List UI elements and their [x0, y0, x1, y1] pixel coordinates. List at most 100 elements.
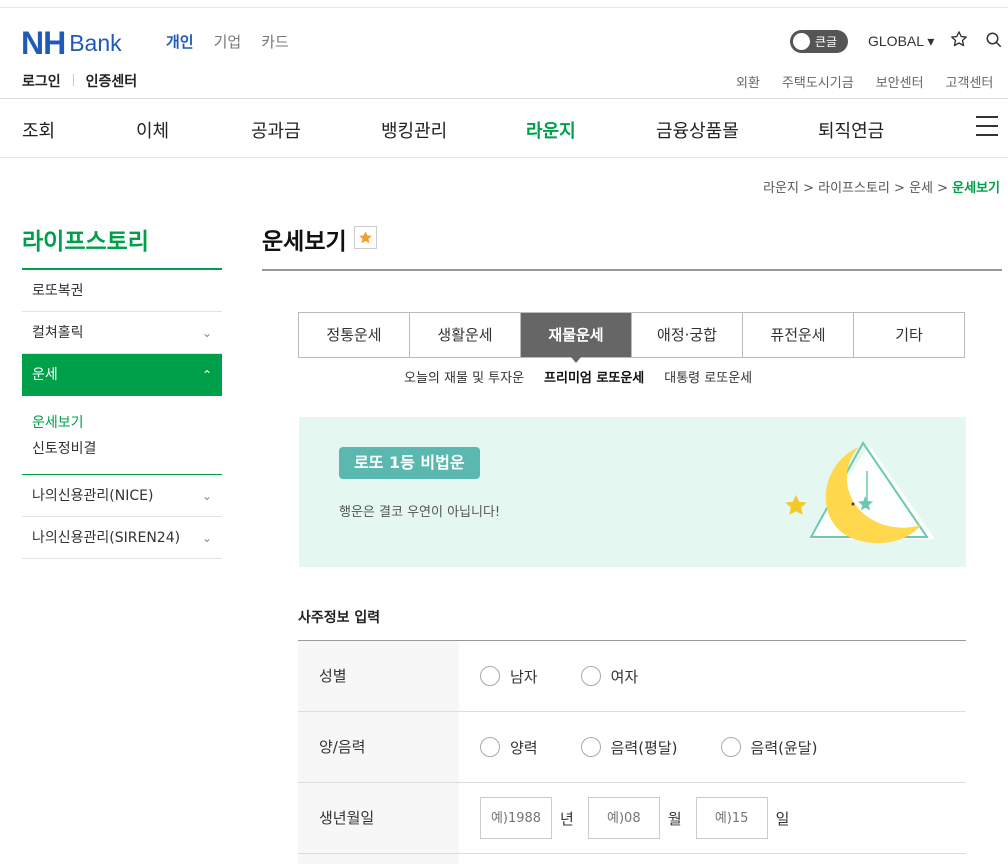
chevron-down-icon: ⌄	[201, 531, 212, 545]
birth-month-input[interactable]	[587, 797, 660, 839]
calendar-lunar-normal-radio[interactable]: 음력(평달)	[580, 737, 678, 758]
tab-fusion[interactable]: 퓨전운세	[743, 313, 854, 357]
util-link-fx[interactable]: 외환	[736, 72, 760, 91]
gnb-item-financial-mall[interactable]: 금융상품몰	[656, 117, 739, 143]
toggle-label: 큰글	[815, 35, 838, 49]
logo-bank-text: Bank	[69, 29, 122, 56]
main-navigation: 조회 이체 공과금 뱅킹관리 라운지 금융상품몰 퇴직연금	[0, 98, 1008, 158]
gnb-item-lounge[interactable]: 라운지	[526, 117, 576, 143]
active-tab-indicator	[571, 357, 581, 363]
gnb-item-transfer[interactable]: 이체	[136, 117, 169, 143]
large-text-toggle[interactable]: 큰글	[790, 30, 848, 53]
calendar-solar-radio[interactable]: 양력	[480, 737, 538, 758]
birth-day-input[interactable]	[695, 797, 768, 839]
sidebar-subitem-tojeong[interactable]: 신토정비결	[32, 436, 212, 462]
login-links: 로그인 인증센터	[22, 71, 137, 91]
sidebar-item-label: 운세	[32, 367, 58, 383]
moon-star-illustration-icon	[785, 441, 935, 544]
tab-traditional[interactable]: 정통운세	[299, 313, 410, 357]
search-icon[interactable]	[985, 31, 1003, 53]
utility-links: 외환 주택도시기금 보안센터 고객센터	[736, 72, 993, 91]
banner-tag: 로또 1등 비법운	[339, 447, 480, 479]
sidebar-submenu: 운세보기 신토정비결	[22, 396, 222, 475]
chevron-up-icon: ⌃	[201, 368, 212, 382]
biz-tab-personal[interactable]: 개인	[166, 31, 194, 52]
subtab-today-wealth[interactable]: 오늘의 재물 및 투자운	[404, 367, 524, 386]
gnb-item-banking-management[interactable]: 뱅킹관리	[381, 117, 447, 143]
radio-circle[interactable]	[580, 737, 601, 757]
fortune-category-tabs: 정통운세 생활운세 재물운세 애정·궁합 퓨전운세 기타	[298, 312, 965, 358]
divider	[0, 157, 1008, 158]
radio-circle[interactable]	[480, 737, 500, 757]
biz-tab-corporate[interactable]: 기업	[214, 31, 242, 52]
gnb-item-utility-bills[interactable]: 공과금	[251, 117, 301, 143]
business-tabs: 개인 기업 카드	[166, 31, 289, 52]
menu-icon[interactable]	[976, 116, 998, 136]
sidebar-item-credit-nice[interactable]: 나의신용관리(NICE) ⌄	[22, 475, 222, 517]
chevron-down-icon: ⌄	[201, 489, 212, 503]
breadcrumb: 라운지 > 라이프스토리 > 운세 > 운세보기	[763, 181, 1000, 196]
page-title: 운세보기	[262, 229, 347, 255]
radio-label: 음력(윤달)	[750, 738, 818, 757]
add-favorite-button[interactable]	[354, 226, 377, 249]
radio-circle[interactable]	[480, 666, 500, 686]
radio-label: 남자	[510, 667, 538, 686]
sidebar-subitem-fortune-view[interactable]: 운세보기	[32, 410, 212, 436]
saju-info-form: 성별 남자 여자 양/음력 양력 음력(평달) 음력(윤달) 생년월일 년 월 …	[298, 640, 966, 864]
gender-male-radio[interactable]: 남자	[480, 666, 538, 687]
divider	[72, 74, 74, 86]
radio-label: 양력	[510, 738, 538, 757]
breadcrumb-item[interactable]: 라이프스토리	[818, 181, 890, 196]
util-link-security-center[interactable]: 보안센터	[876, 72, 924, 91]
sidebar-item-culture[interactable]: 컬쳐홀릭 ⌄	[22, 312, 222, 354]
promo-banner: 로또 1등 비법운 행운은 결코 우연이 아닙니다!	[299, 417, 966, 567]
chevron-down-icon: ⌄	[201, 326, 212, 340]
sidebar-item-fortune[interactable]: 운세 ⌃	[22, 354, 222, 396]
gnb-item-inquiry[interactable]: 조회	[22, 117, 55, 143]
subtab-president-lotto[interactable]: 대통령 로또운세	[664, 367, 752, 386]
top-border	[0, 7, 1008, 8]
side-navigation: 로또복권 컬쳐홀릭 ⌄ 운세 ⌃ 운세보기 신토정비결 나의신용관리(NICE)…	[22, 270, 222, 559]
sidebar-item-label: 나의신용관리(NICE)	[32, 488, 154, 504]
subtab-premium-lotto[interactable]: 프리미엄 로또운세	[544, 367, 644, 386]
util-link-housing-fund[interactable]: 주택도시기금	[782, 72, 854, 91]
sidebar-item-label: 로또복권	[32, 283, 84, 299]
tab-life[interactable]: 생활운세	[410, 313, 521, 357]
certificate-center-link[interactable]: 인증센터	[86, 71, 138, 91]
tab-etc[interactable]: 기타	[854, 313, 964, 357]
login-link[interactable]: 로그인	[22, 71, 61, 91]
month-unit: 월	[667, 809, 682, 828]
biz-tab-card[interactable]: 카드	[261, 31, 289, 52]
form-row-gender: 성별 남자 여자	[298, 641, 966, 712]
fortune-subtabs: 오늘의 재물 및 투자운 프리미엄 로또운세 대통령 로또운세	[404, 367, 752, 386]
tab-love[interactable]: 애정·궁합	[632, 313, 743, 357]
divider	[262, 269, 1002, 271]
gender-female-radio[interactable]: 여자	[580, 666, 639, 687]
radio-label: 여자	[610, 667, 639, 686]
form-row-birthdate: 생년월일 년 월 일	[298, 783, 966, 854]
breadcrumb-item[interactable]: 라운지	[763, 181, 799, 196]
form-title: 사주정보 입력	[298, 610, 381, 626]
favorite-star-icon[interactable]	[950, 30, 968, 52]
global-dropdown[interactable]: GLOBAL ▾	[868, 33, 934, 50]
form-row-next	[298, 854, 966, 864]
banner-description: 행운은 결코 우연이 아닙니다!	[339, 505, 501, 520]
form-row-calendar: 양/음력 양력 음력(평달) 음력(윤달)	[298, 712, 966, 783]
lnb-title: 라이프스토리	[22, 229, 149, 255]
gnb-item-pension[interactable]: 퇴직연금	[818, 117, 884, 143]
toggle-knob	[793, 33, 810, 50]
birth-year-input[interactable]	[480, 797, 552, 839]
sidebar-item-credit-siren24[interactable]: 나의신용관리(SIREN24) ⌄	[22, 517, 222, 559]
radio-label: 음력(평달)	[610, 738, 678, 757]
radio-circle[interactable]	[720, 737, 741, 757]
birthdate-label: 생년월일	[298, 783, 459, 853]
breadcrumb-item[interactable]: 운세	[909, 181, 933, 196]
tab-wealth[interactable]: 재물운세	[521, 313, 632, 357]
util-link-customer-center[interactable]: 고객센터	[946, 72, 994, 91]
calendar-label: 양/음력	[298, 712, 459, 782]
nh-bank-logo[interactable]: NH Bank	[21, 27, 122, 59]
sidebar-item-lotto[interactable]: 로또복권	[22, 270, 222, 312]
radio-circle[interactable]	[580, 666, 601, 686]
logo-nh-text: NH	[21, 25, 66, 61]
calendar-lunar-leap-radio[interactable]: 음력(윤달)	[720, 737, 818, 758]
